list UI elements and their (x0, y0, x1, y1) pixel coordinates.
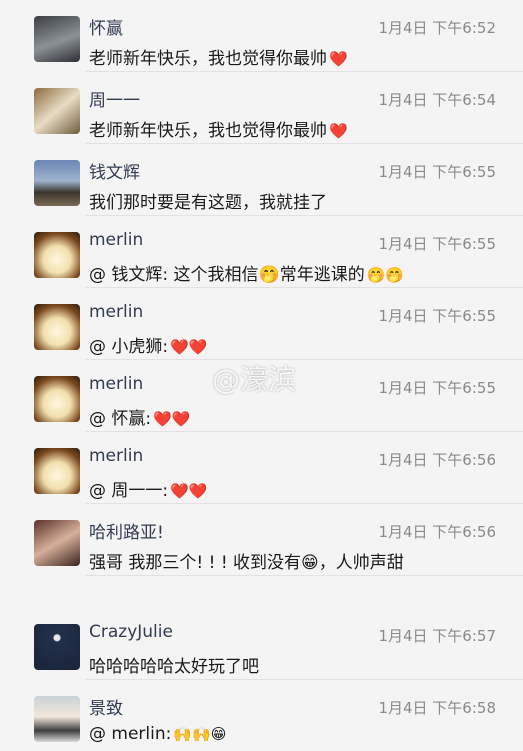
message-text: 我们那时要是有这题，我就挂了 (89, 193, 327, 213)
message-row[interactable]: merlin 1月4日 下午6:56 @ 周一一: ❤️❤️ (0, 432, 523, 504)
message-row[interactable]: 景致 1月4日 下午6:58 @ merlin: 🙌🙌😁 (0, 680, 523, 751)
smirk-emoji: 🤭🤭 (366, 266, 405, 284)
message-row[interactable]: merlin 1月4日 下午6:55 @ 小虎狮: ❤️❤️ (0, 288, 523, 360)
message-row[interactable]: 钱文辉 1月4日 下午6:55 我们那时要是有这题，我就挂了 (0, 144, 523, 216)
sender-name[interactable]: merlin (89, 374, 143, 394)
avatar[interactable] (34, 16, 80, 62)
avatar[interactable] (34, 160, 80, 206)
message-text: @ 小虎狮: ❤️❤️ (89, 337, 208, 357)
heart-emoji: ❤️ (329, 122, 348, 140)
message-text: @ 怀赢: ❤️❤️ (89, 409, 191, 429)
timestamp: 1月4日 下午6:52 (378, 19, 496, 37)
sender-name[interactable]: 周一一 (89, 86, 140, 111)
message-row[interactable]: 怀赢 1月4日 下午6:52 老师新年快乐，我也觉得你最帅 ❤️ (0, 0, 523, 72)
avatar[interactable] (34, 376, 80, 422)
timestamp: 1月4日 下午6:55 (378, 235, 496, 253)
message-text: 老师新年快乐，我也觉得你最帅 ❤️ (89, 121, 348, 141)
sender-name[interactable]: CrazyJulie (89, 622, 173, 642)
timestamp: 1月4日 下午6:56 (378, 523, 496, 541)
message-text: @ 钱文辉: 这个我相信🤭常年逃课的 🤭🤭 (89, 265, 405, 285)
watermark: @濠滨 (212, 363, 297, 396)
sender-name[interactable]: 钱文辉 (89, 158, 140, 183)
avatar[interactable] (34, 696, 80, 742)
avatar[interactable] (34, 88, 80, 134)
heart-emoji: ❤️ (329, 50, 348, 68)
timestamp: 1月4日 下午6:58 (378, 699, 496, 717)
avatar[interactable] (34, 624, 80, 670)
heart-emoji: ❤️❤️ (153, 410, 191, 428)
timestamp: 1月4日 下午6:57 (378, 627, 496, 645)
timestamp: 1月4日 下午6:55 (378, 307, 496, 325)
heart-emoji: ❤️❤️ (170, 338, 208, 356)
timestamp: 1月4日 下午6:55 (378, 163, 496, 181)
message-text: @ merlin: 🙌🙌😁 (89, 724, 227, 744)
timestamp: 1月4日 下午6:54 (378, 91, 496, 109)
sender-name[interactable]: 怀赢 (89, 14, 123, 39)
heart-emoji: ❤️❤️ (170, 482, 208, 500)
sender-name[interactable]: merlin (89, 446, 143, 466)
avatar[interactable] (34, 304, 80, 350)
clap-emoji: 🙌🙌😁 (173, 725, 227, 743)
sender-name[interactable]: merlin (89, 230, 143, 250)
message-row[interactable]: 周一一 1月4日 下午6:54 老师新年快乐，我也觉得你最帅 ❤️ (0, 72, 523, 144)
timestamp: 1月4日 下午6:56 (378, 451, 496, 469)
message-row[interactable]: merlin 1月4日 下午6:55 @ 钱文辉: 这个我相信🤭常年逃课的 🤭🤭 (0, 216, 523, 288)
sender-name[interactable]: 景致 (89, 694, 123, 719)
message-text: @ 周一一: ❤️❤️ (89, 481, 208, 501)
timestamp: 1月4日 下午6:55 (378, 379, 496, 397)
avatar[interactable] (34, 232, 80, 278)
divider (86, 575, 523, 576)
sender-name[interactable]: 哈利路亚! (89, 518, 164, 543)
message-text: 老师新年快乐，我也觉得你最帅 ❤️ (89, 49, 348, 69)
message-row[interactable]: CrazyJulie 1月4日 下午6:57 哈哈哈哈哈太好玩了吧 (0, 608, 523, 680)
message-row[interactable]: 哈利路亚! 1月4日 下午6:56 强哥 我那三个! ! ! 收到没有😁，人帅声… (0, 504, 523, 576)
sender-name[interactable]: merlin (89, 302, 143, 322)
avatar[interactable] (34, 448, 80, 494)
message-text: 强哥 我那三个! ! ! 收到没有😁，人帅声甜 (89, 553, 404, 573)
message-text: 哈哈哈哈哈太好玩了吧 (89, 657, 259, 677)
avatar[interactable] (34, 520, 80, 566)
